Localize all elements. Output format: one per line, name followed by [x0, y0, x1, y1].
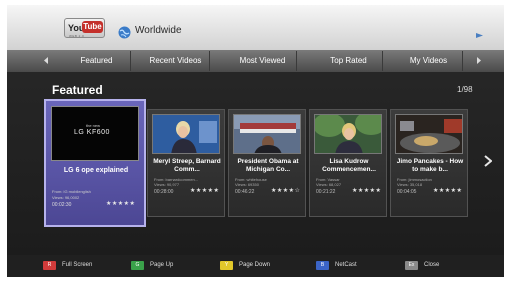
tab-top-rated[interactable]: Top Rated — [315, 51, 383, 71]
arrow-icon[interactable] — [475, 31, 484, 40]
logo-sub-text: WEB 2.0 — [69, 34, 85, 38]
tab-most-viewed[interactable]: Most Viewed — [229, 51, 297, 71]
page-counter: 1/98 — [457, 85, 473, 94]
close-label: Close — [424, 262, 440, 268]
video-thumbnail — [152, 114, 220, 154]
video-duration: 00:28:00 — [154, 189, 174, 195]
video-card-1[interactable]: the new LG KF600 LG 6 ope explained From… — [44, 99, 146, 227]
full-screen-label: Full Screen — [62, 262, 93, 268]
video-views: Views: 69350 — [235, 182, 259, 187]
video-card-2[interactable]: Meryl Streep, Barnard Comm... From: barn… — [147, 109, 225, 217]
tab-my-videos[interactable]: My Videos — [395, 51, 463, 71]
youtube-logo: You Tube WEB 2.0 — [64, 18, 105, 38]
app-header: You Tube WEB 2.0 Worldwide — [7, 5, 504, 50]
video-title: LG 6 ope explained — [63, 167, 129, 174]
video-duration: 00:02:30 — [52, 202, 72, 208]
video-title: Lisa Kudrow Commencemen... — [322, 158, 376, 173]
video-duration: 00:04:05 — [397, 189, 417, 195]
exit-key-icon[interactable]: Ex — [405, 261, 418, 270]
yellow-key-icon[interactable]: Y — [220, 261, 233, 270]
tab-scroll-right-icon[interactable] — [476, 56, 482, 65]
next-page-icon[interactable] — [484, 155, 492, 167]
video-thumbnail — [233, 114, 301, 154]
tab-scroll-left-icon[interactable] — [43, 56, 49, 65]
tab-bar: Featured Recent Videos Most Viewed Top R… — [7, 50, 504, 72]
video-thumbnail: the new LG KF600 — [51, 106, 139, 161]
tab-featured[interactable]: Featured — [63, 51, 131, 71]
thumb-caption-small: the new — [86, 123, 101, 128]
green-key-icon[interactable]: G — [131, 261, 144, 270]
video-views: Views: 68,027 — [316, 182, 342, 187]
video-views: Views: 96,0002 — [52, 195, 80, 200]
red-key-icon[interactable]: R — [43, 261, 56, 270]
footer-key-guide: R Full Screen G Page Up Y Page Down B Ne… — [7, 255, 504, 277]
thumbnail-image — [234, 115, 300, 153]
video-card-5[interactable]: Jimo Pancakes - How to make b... From: j… — [390, 109, 468, 217]
section-title: Featured — [52, 83, 103, 97]
thumb-caption: LG KF600 — [74, 129, 110, 136]
video-uploader: From: lG mobilenglish — [52, 189, 91, 194]
video-title: Meryl Streep, Barnard Comm... — [153, 158, 221, 173]
video-duration: 00:46:22 — [235, 189, 255, 195]
rating-stars: ★★★★☆ — [271, 188, 301, 194]
video-thumbnail — [314, 114, 382, 154]
blue-key-icon[interactable]: B — [316, 261, 329, 270]
rating-stars: ★★★★★ — [433, 188, 463, 194]
rating-stars: ★★★★★ — [106, 201, 136, 207]
video-duration: 00:21:22 — [316, 189, 336, 195]
thumbnail-image — [153, 115, 219, 153]
tab-recent-videos[interactable]: Recent Videos — [142, 51, 210, 71]
video-views: Views: 90,977 — [154, 182, 180, 187]
netcast-label: NetCast — [335, 262, 357, 268]
rating-stars: ★★★★★ — [352, 188, 382, 194]
globe-icon — [118, 26, 131, 39]
logo-tube-text: Tube — [82, 21, 103, 33]
video-card-4[interactable]: Lisa Kudrow Commencemen... From: Vassar … — [309, 109, 387, 217]
thumbnail-image — [396, 115, 462, 153]
region-label[interactable]: Worldwide — [135, 25, 182, 36]
video-views: Views: 35,018 — [397, 182, 423, 187]
video-card-3[interactable]: President Obama at Michigan Co... From: … — [228, 109, 306, 217]
page-down-label: Page Down — [239, 262, 271, 268]
video-title: President Obama at Michigan Co... — [237, 158, 299, 173]
page-up-label: Page Up — [150, 262, 174, 268]
rating-stars: ★★★★★ — [190, 188, 220, 194]
video-thumbnail — [395, 114, 463, 154]
youtube-app-screen: You Tube WEB 2.0 Worldwide Featured Rece… — [7, 5, 504, 277]
video-title: Jimo Pancakes - How to make b... — [396, 158, 464, 173]
thumbnail-image — [315, 115, 381, 153]
